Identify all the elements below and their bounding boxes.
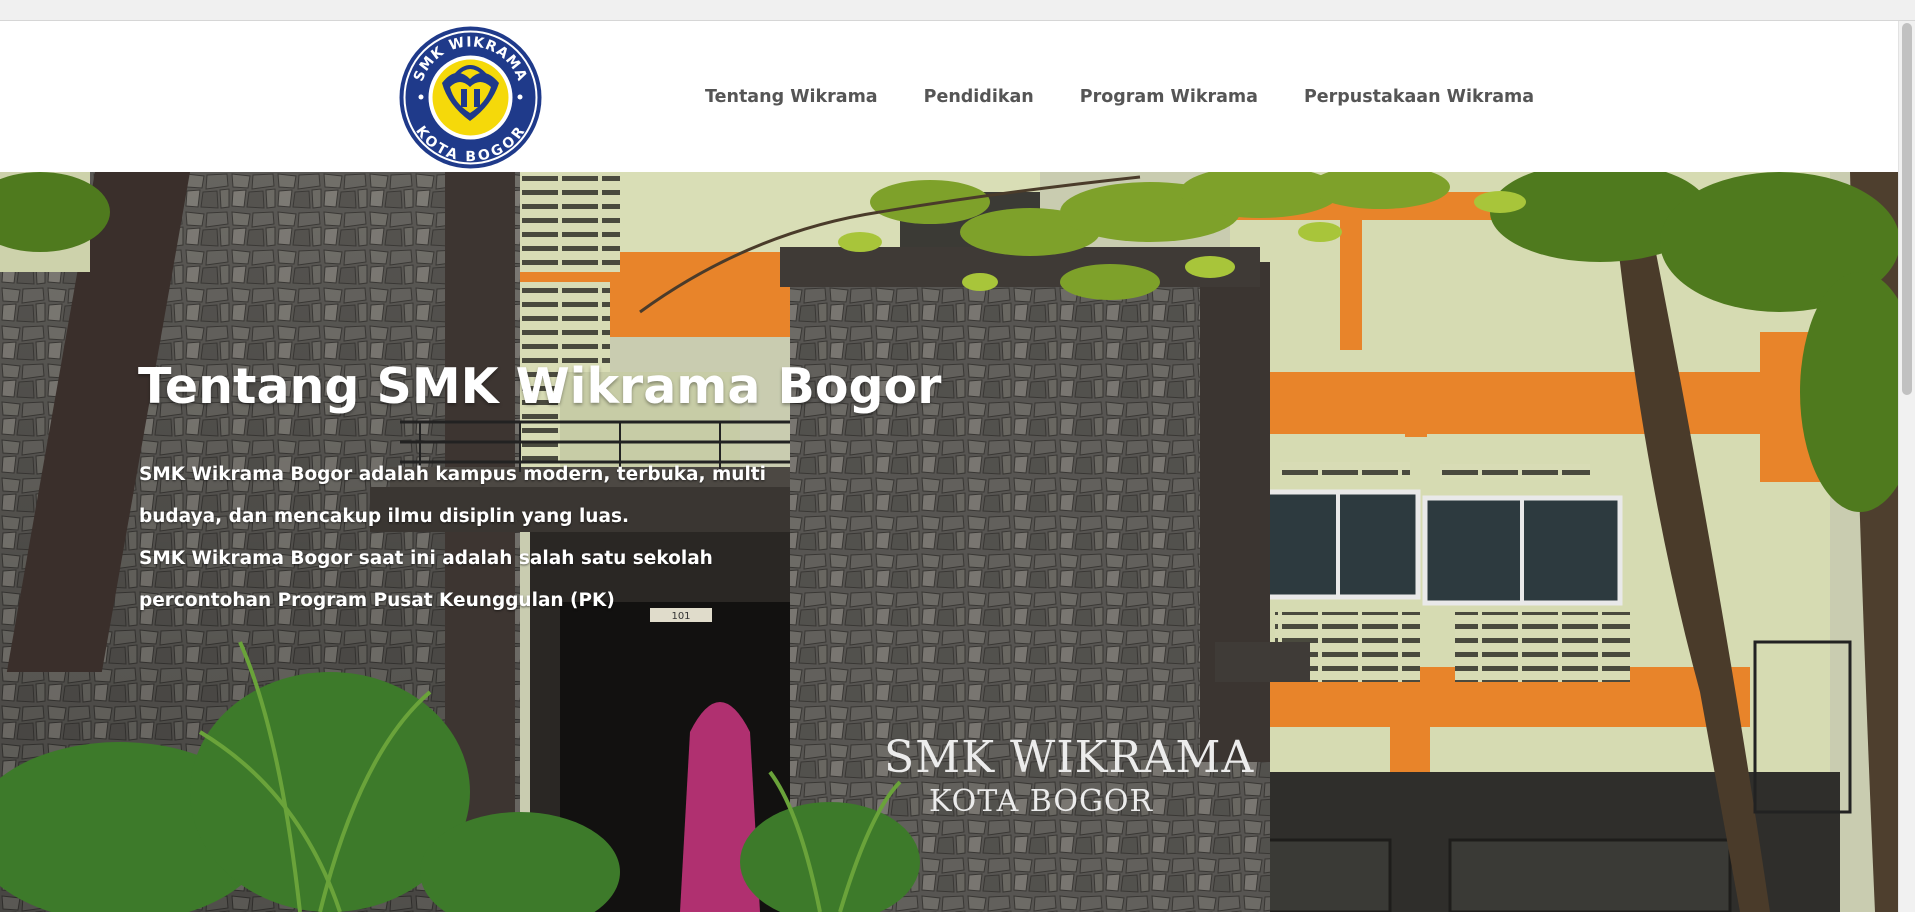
main-nav: Tentang Wikrama Pendidikan Program Wikra… [705,87,1534,107]
hero-title: Tentang SMK Wikrama Bogor [138,358,942,415]
school-logo[interactable]: SMK WIKRAMA KOTA BOGOR [398,25,543,170]
hero-description: SMK Wikrama Bogor adalah kampus modern, … [139,454,819,622]
nav-link-tentang-wikrama[interactable]: Tentang Wikrama [705,87,878,107]
building-sign-line-1: SMK WIKRAMA [884,732,1255,783]
scrollbar-thumb[interactable] [1902,23,1912,395]
hero-paragraph-2: SMK Wikrama Bogor saat ini adalah salah … [139,548,713,611]
nav-link-program-wikrama[interactable]: Program Wikrama [1080,87,1258,107]
browser-top-bar [0,0,1915,21]
site-header: SMK WIKRAMA KOTA BOGOR Tentang Wikrama P… [0,21,1898,172]
building-sign-line-2: KOTA BOGOR [929,784,1154,819]
page-scrollbar[interactable] [1898,21,1915,912]
hero-section: 101 SMK WIKRAMA KOTA BOGOR Tentang SMK W… [0,172,1898,912]
hero-paragraph-1: SMK Wikrama Bogor adalah kampus modern, … [139,464,766,527]
nav-link-perpustakaan-wikrama[interactable]: Perpustakaan Wikrama [1304,87,1534,107]
nav-link-pendidikan[interactable]: Pendidikan [924,87,1034,107]
